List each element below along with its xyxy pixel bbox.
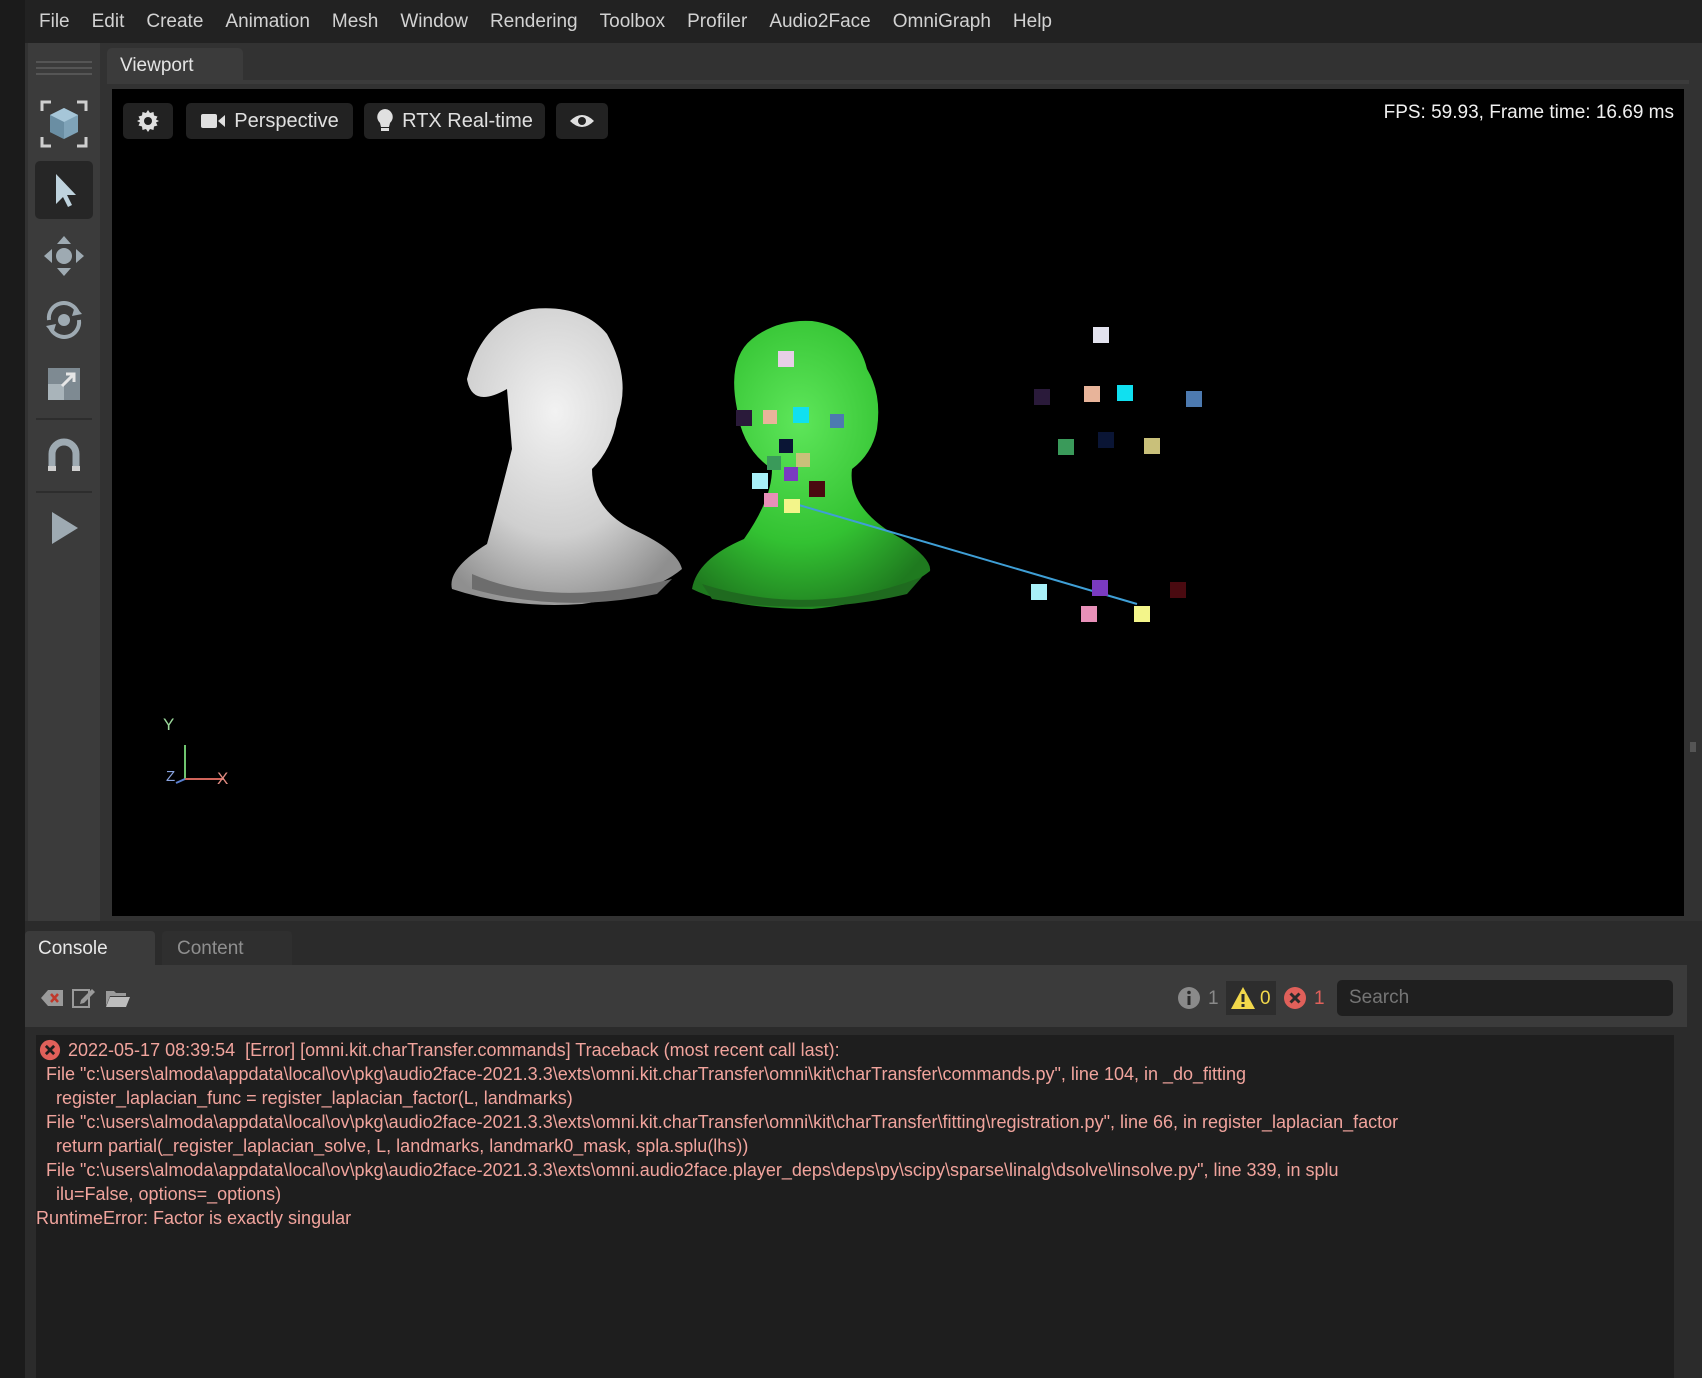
tab-content[interactable]: Content [162, 931, 292, 965]
target-landmarks [1031, 327, 1202, 622]
select-icon [56, 174, 76, 207]
viewport-canvas[interactable]: Y X Z [112, 89, 1684, 916]
left-edge-strip [0, 0, 25, 1378]
scale-icon [48, 368, 80, 400]
move-icon [44, 236, 84, 276]
viewport-splitter-handle[interactable] [1690, 742, 1696, 752]
eye-icon [570, 115, 594, 127]
play-icon [52, 512, 78, 544]
frame-icon [40, 100, 88, 148]
edit-log-button[interactable] [72, 986, 96, 1013]
folder-icon [106, 991, 130, 1007]
render-mode-label: RTX Real-time [402, 109, 533, 132]
camera-icon [201, 114, 226, 128]
tab-console[interactable]: Console [25, 931, 155, 965]
log-line: File "c:\users\almoda\appdata\local\ov\p… [36, 1160, 1339, 1180]
log-line: File "c:\users\almoda\appdata\local\ov\p… [36, 1112, 1399, 1132]
menu-audio2face[interactable]: Audio2Face [758, 0, 881, 43]
log-line: File "c:\users\almoda\appdata\local\ov\p… [36, 1064, 1247, 1084]
menu-bar: File Edit Create Animation Mesh Window R… [25, 0, 1702, 43]
snap-icon [48, 438, 80, 471]
menu-edit[interactable]: Edit [81, 0, 136, 43]
log-line: ilu=False, options=_options) [36, 1184, 282, 1204]
menu-help[interactable]: Help [1002, 0, 1063, 43]
error-filter-button[interactable] [1283, 986, 1307, 1015]
scale-tool-button[interactable] [35, 355, 93, 413]
clear-console-button[interactable] [40, 988, 64, 1013]
move-tool-button[interactable] [35, 227, 93, 285]
error-icon [39, 1039, 61, 1061]
frame-selection-button[interactable] [35, 95, 93, 153]
scene-render [175, 308, 1202, 784]
console-scrollbar[interactable] [1676, 1035, 1688, 1378]
menu-profiler[interactable]: Profiler [676, 0, 758, 43]
menu-create[interactable]: Create [135, 0, 214, 43]
warning-count: 0 [1260, 988, 1271, 1009]
info-count: 1 [1208, 988, 1219, 1009]
tool-palette [28, 43, 100, 921]
menu-animation[interactable]: Animation [214, 0, 321, 43]
target-head-mesh [692, 320, 931, 609]
menu-rendering[interactable]: Rendering [479, 0, 589, 43]
menu-omnigraph[interactable]: OmniGraph [882, 0, 1002, 43]
log-line: 2022-05-17 08:39:54 [Error] [omni.kit.ch… [68, 1040, 840, 1060]
panel-grip[interactable] [36, 73, 92, 75]
console-search-input[interactable] [1337, 980, 1673, 1016]
info-icon [1178, 987, 1200, 1009]
snap-tool-button[interactable] [35, 427, 93, 485]
edit-icon [72, 989, 95, 1008]
source-head-mesh [451, 308, 682, 605]
panel-grip[interactable] [36, 67, 92, 69]
tab-underline [107, 80, 1689, 84]
log-line: RuntimeError: Factor is exactly singular [36, 1208, 352, 1228]
warning-filter-button[interactable]: 0 [1226, 981, 1276, 1015]
log-line: return partial(_register_laplacian_solve… [36, 1136, 749, 1156]
warning-icon [1231, 987, 1255, 1009]
error-count: 1 [1314, 988, 1325, 1009]
log-line: register_laplacian_func = register_lapla… [36, 1088, 573, 1108]
tool-separator [36, 418, 92, 420]
menu-mesh[interactable]: Mesh [321, 0, 389, 43]
play-button[interactable] [35, 499, 93, 557]
axis-x-label: X [217, 769, 229, 788]
info-filter-button[interactable] [1177, 986, 1201, 1015]
console-log[interactable]: 2022-05-17 08:39:54 [Error] [omni.kit.ch… [36, 1035, 1674, 1378]
panel-grip[interactable] [36, 61, 92, 63]
select-tool-button[interactable] [35, 161, 93, 219]
camera-label: Perspective [234, 109, 339, 132]
lightbulb-icon [377, 109, 393, 131]
error-icon [1284, 987, 1306, 1009]
render-mode-dropdown[interactable]: RTX Real-time [364, 103, 545, 139]
visibility-button[interactable] [556, 103, 608, 139]
camera-dropdown[interactable]: Perspective [186, 103, 353, 139]
open-log-folder-button[interactable] [105, 988, 131, 1013]
axis-y-label: Y [163, 715, 175, 734]
menu-toolbox[interactable]: Toolbox [589, 0, 677, 43]
fps-readout: FPS: 59.93, Frame time: 16.69 ms [1383, 102, 1674, 123]
clear-icon [41, 990, 63, 1006]
tool-separator [36, 491, 92, 493]
menu-window[interactable]: Window [389, 0, 479, 43]
menu-file[interactable]: File [25, 0, 81, 43]
rotate-icon [46, 301, 82, 339]
tab-viewport[interactable]: Viewport [107, 48, 243, 82]
viewport-settings-button[interactable] [123, 103, 173, 139]
gear-icon [137, 110, 159, 132]
axis-z-label: Z [166, 768, 176, 785]
rotate-tool-button[interactable] [35, 291, 93, 349]
